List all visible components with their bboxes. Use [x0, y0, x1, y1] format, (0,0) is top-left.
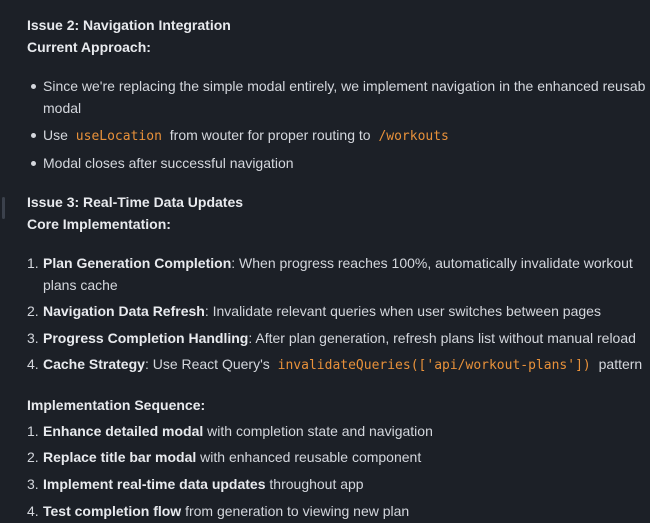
list-item-text: Navigation Data Refresh: Invalidate rele…: [43, 301, 601, 321]
list-number: 3.: [27, 476, 39, 492]
list-number: 3.: [27, 330, 39, 346]
list-item-text: Enhance detailed modal with completion s…: [43, 421, 433, 441]
bullet-dot: [31, 133, 36, 138]
bold-term: Replace title bar modal: [43, 449, 197, 465]
issue-2-title: Issue 2: Navigation Integration: [27, 17, 231, 33]
list-item-text: Test completion flow from generation to …: [43, 501, 409, 521]
bullet-dot: [31, 161, 36, 166]
list-number: 4.: [27, 356, 39, 372]
list-item-text: Progress Completion Handling: After plan…: [43, 328, 636, 348]
list-item-text: Plan Generation Completion: When progres…: [43, 253, 633, 273]
list-item-text-cont: plans cache: [43, 277, 118, 293]
list-number: 1.: [27, 255, 39, 271]
list-item-text: Cache Strategy: Use React Query's invali…: [43, 354, 642, 376]
inline-code: invalidateQueries(['api/workout-plans']): [277, 358, 591, 373]
text-segment: : Use React Query's: [144, 356, 270, 372]
bold-term: Plan Generation Completion: [43, 255, 232, 271]
inline-code: /workouts: [378, 129, 449, 144]
resize-handle[interactable]: [2, 197, 5, 219]
list-item-text-cont: modal: [43, 100, 82, 116]
bold-term: Navigation Data Refresh: [43, 303, 205, 319]
text-segment: Use: [43, 127, 68, 143]
text-segment: with completion state and navigation: [203, 423, 433, 439]
list-number: 2.: [27, 449, 39, 465]
inline-code: useLocation: [75, 129, 162, 144]
list-item-text: Use useLocation from wouter for proper r…: [43, 125, 453, 147]
issue-2-subtitle: Current Approach:: [27, 39, 151, 55]
list-item-text: Modal closes after successful navigation: [43, 155, 294, 171]
list-item-text: Since we're replacing the simple modal e…: [43, 78, 646, 94]
issue-3-subtitle: Core Implementation:: [27, 216, 171, 232]
bold-term: Test completion flow: [43, 503, 182, 519]
bullet-dot: [31, 84, 36, 89]
text-segment: with enhanced reusable component: [196, 449, 422, 465]
list-number: 2.: [27, 303, 39, 319]
bold-term: Cache Strategy: [43, 356, 145, 372]
text-segment: throughout app: [265, 476, 364, 492]
text-segment: from wouter for proper routing to: [169, 127, 371, 143]
text-segment: from generation to viewing new plan: [181, 503, 410, 519]
text-segment: : Invalidate relevant queries when user …: [204, 303, 601, 319]
left-rail: [0, 0, 8, 523]
text-segment: : When progress reaches 100%, automatica…: [231, 255, 633, 271]
text-segment: pattern: [598, 356, 643, 372]
issue-3-title: Issue 3: Real-Time Data Updates: [27, 194, 244, 210]
list-number: 1.: [27, 423, 39, 439]
text-segment: : After plan generation, refresh plans l…: [248, 330, 636, 346]
bold-term: Progress Completion Handling: [43, 330, 249, 346]
list-number: 4.: [27, 503, 39, 519]
list-item-text: Replace title bar modal with enhanced re…: [43, 447, 421, 467]
bold-term: Implement real-time data updates: [43, 476, 266, 492]
bold-term: Enhance detailed modal: [43, 423, 204, 439]
list-item-text: Implement real-time data updates through…: [43, 474, 364, 494]
sequence-title: Implementation Sequence:: [27, 397, 206, 413]
